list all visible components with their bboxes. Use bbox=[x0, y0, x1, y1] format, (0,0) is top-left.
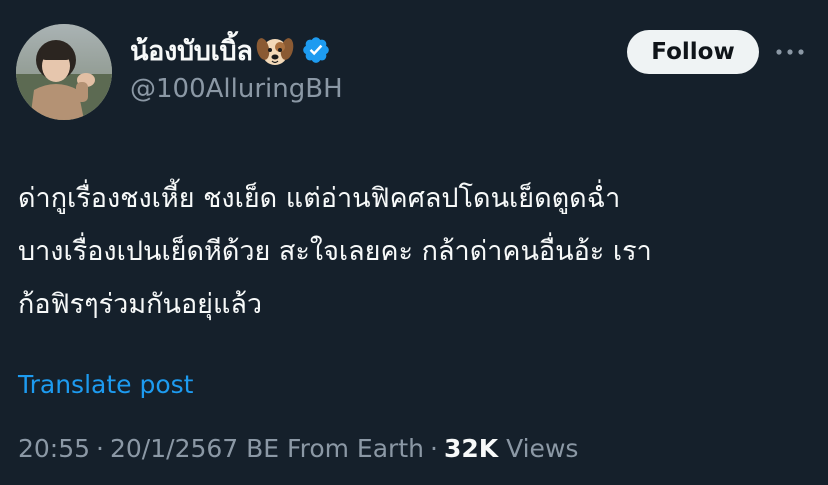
tweet-text: ด่ากูเรื่องชงเหี้ย ชงเย็ด แต่อ่านฟิคศลปโ… bbox=[18, 172, 818, 331]
author-name-row: น้องบับเบิ้ล bbox=[130, 30, 331, 70]
tweet-meta: 20:55 · 20/1/2567 BE From Earth · 32K Views bbox=[18, 434, 578, 463]
views-count[interactable]: 32K bbox=[444, 434, 498, 463]
meta-separator: · bbox=[96, 434, 104, 463]
avatar-photo bbox=[16, 24, 112, 120]
author-handle[interactable]: @100AlluringBH bbox=[130, 74, 343, 104]
tweet-time[interactable]: 20:55 bbox=[18, 434, 90, 463]
tweet-text-line: ด่ากูเรื่องชงเหี้ย ชงเย็ด แต่อ่านฟิคศลปโ… bbox=[18, 183, 621, 214]
tweet-source: From Earth bbox=[287, 434, 424, 463]
dog-face-icon bbox=[255, 30, 295, 70]
translate-post-link[interactable]: Translate post bbox=[18, 370, 193, 399]
tweet-date[interactable]: 20/1/2567 BE bbox=[110, 434, 279, 463]
more-horizontal-icon[interactable] bbox=[772, 38, 808, 66]
tweet-text-line: ก้อฟิรๆร่วมกันอยุ่แล้ว bbox=[18, 289, 263, 320]
meta-separator: · bbox=[429, 434, 438, 463]
display-name[interactable]: น้องบับเบิ้ล bbox=[130, 29, 253, 72]
tweet-text-line: บางเรื่องเปนเย็ดหีด้วย สะใจเลยคะ กล้าด่า… bbox=[18, 236, 652, 267]
tweet-card: น้องบับเบิ้ล @100AlluringBH Follow ด่ากู… bbox=[0, 0, 828, 485]
views-label: Views bbox=[506, 434, 579, 463]
verified-badge-icon[interactable] bbox=[301, 35, 331, 65]
avatar[interactable] bbox=[16, 24, 112, 120]
follow-button[interactable]: Follow bbox=[627, 30, 759, 74]
